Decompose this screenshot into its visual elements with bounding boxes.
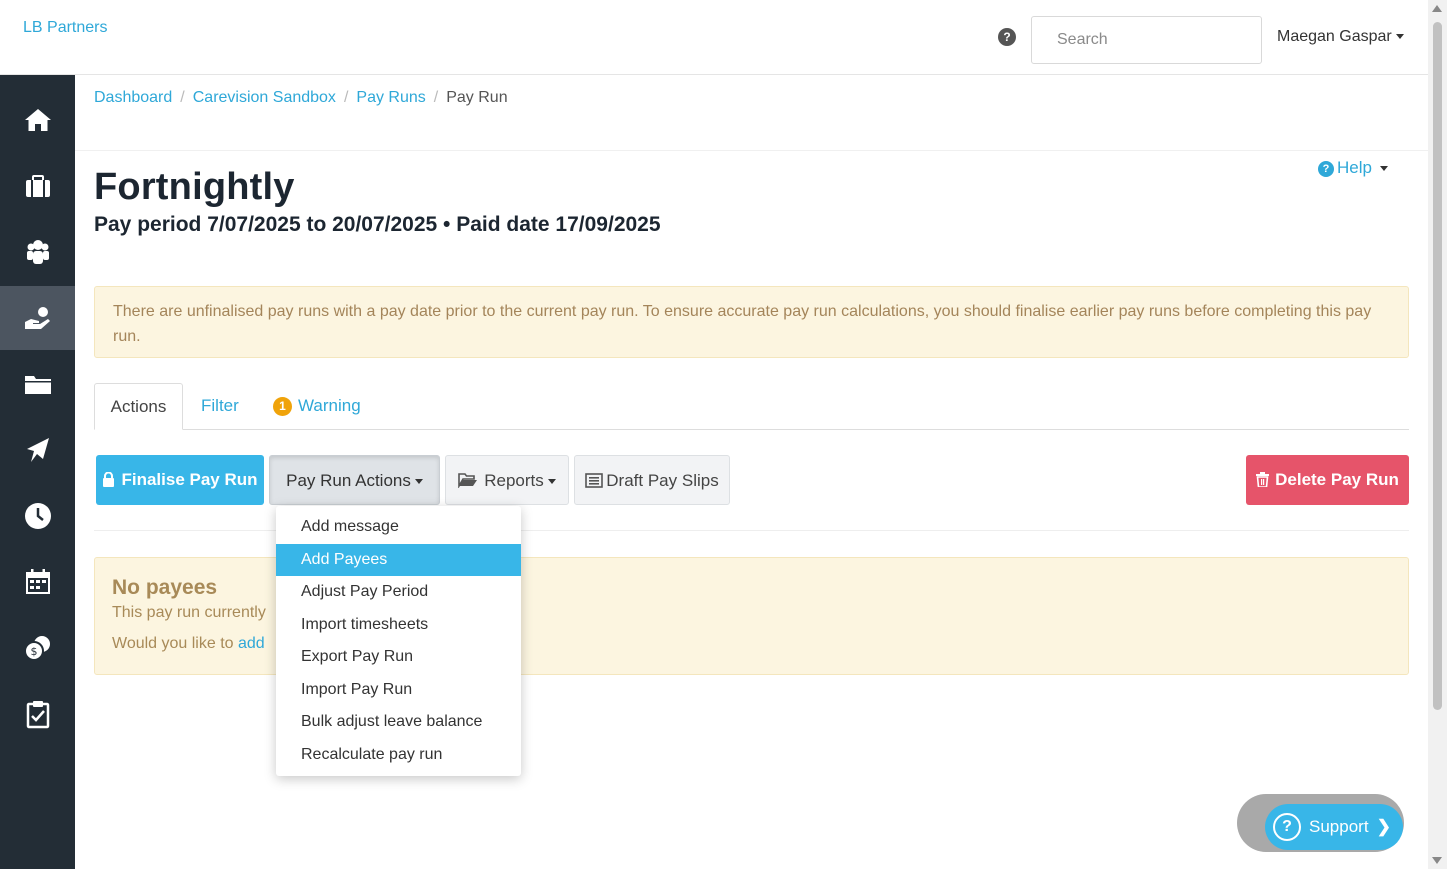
no-payees-title: No payees: [112, 576, 218, 599]
help-dropdown[interactable]: ? Help: [1318, 158, 1388, 178]
clock-icon: [24, 503, 51, 529]
tab-filter[interactable]: Filter: [201, 383, 239, 430]
warning-count-badge: 1: [273, 397, 292, 416]
caret-down-icon: [1379, 166, 1388, 172]
finalise-pay-run-button[interactable]: Finalise Pay Run: [96, 455, 264, 505]
delete-label: Delete Pay Run: [1275, 470, 1399, 489]
chevron-right-icon: ❯: [1376, 817, 1391, 836]
draft-pay-slips-label: Draft Pay Slips: [606, 471, 719, 490]
menu-item-bulk-adjust-leave[interactable]: Bulk adjust leave balance: [276, 706, 521, 739]
breadcrumb-separator: /: [180, 89, 185, 106]
home-icon: [24, 109, 51, 131]
no-payees-prompt: Would you like to add: [112, 635, 265, 653]
caret-down-icon: [547, 479, 556, 485]
sidebar: $: [0, 75, 75, 869]
caret-down-icon: [414, 479, 423, 485]
no-payees-prompt-text: Would you like to: [112, 635, 238, 652]
breadcrumb-pay-runs[interactable]: Pay Runs: [356, 89, 425, 106]
scroll-down-arrow-icon[interactable]: [1432, 857, 1442, 864]
coins-icon: $: [23, 636, 50, 661]
breadcrumb: Dashboard / Carevision Sandbox / Pay Runs / Pa…: [94, 89, 508, 107]
reports-button[interactable]: Reports: [445, 455, 569, 505]
finalise-label: Finalise Pay Run: [121, 470, 258, 489]
user-menu[interactable]: Maegan Gaspar: [1277, 28, 1404, 46]
menu-item-export-pay-run[interactable]: Export Pay Run: [276, 641, 521, 674]
question-circle-icon: ?: [1273, 813, 1301, 841]
caret-down-icon: [1395, 34, 1404, 40]
sidebar-item-leave[interactable]: [0, 418, 75, 482]
sidebar-item-pay-runs[interactable]: [0, 286, 75, 350]
page-title: Fortnightly: [94, 166, 295, 208]
breadcrumb-separator: /: [433, 89, 439, 106]
tab-bar: Actions Filter 1 Warning: [94, 383, 1409, 430]
menu-item-add-message[interactable]: Add message: [276, 511, 521, 544]
users-icon: [26, 240, 49, 264]
sidebar-item-documents[interactable]: [0, 352, 75, 416]
top-bar: LB Partners ? Maegan Gaspar: [0, 0, 1428, 75]
brand-link[interactable]: LB Partners: [23, 19, 107, 37]
pay-run-actions-label: Pay Run Actions: [286, 471, 411, 490]
lock-icon: [103, 472, 115, 487]
support-button[interactable]: ? Support ❯: [1265, 804, 1403, 850]
support-widget: ? Support ❯: [1237, 794, 1404, 852]
hand-payment-icon: [24, 307, 50, 329]
pay-run-actions-menu: Add message Add Payees Adjust Pay Period…: [276, 506, 521, 776]
sidebar-item-tasks[interactable]: [0, 682, 75, 746]
menu-item-adjust-pay-period[interactable]: Adjust Pay Period: [276, 576, 521, 609]
briefcase-icon: [25, 175, 50, 197]
menu-item-recalculate[interactable]: Recalculate pay run: [276, 739, 521, 772]
pay-run-actions-button[interactable]: Pay Run Actions: [269, 455, 440, 505]
sidebar-item-timesheets[interactable]: [0, 484, 75, 548]
question-circle-icon: ?: [1318, 161, 1334, 177]
unfinalised-warning-alert: There are unfinalised pay runs with a pa…: [94, 286, 1409, 358]
page-scrollbar[interactable]: [1428, 0, 1447, 869]
breadcrumb-dashboard[interactable]: Dashboard: [94, 89, 172, 106]
tab-warning-label: Warning: [298, 396, 361, 415]
sidebar-item-home[interactable]: [0, 88, 75, 152]
user-name: Maegan Gaspar: [1277, 28, 1392, 45]
tab-warning[interactable]: 1 Warning: [273, 383, 361, 430]
sidebar-item-briefcase[interactable]: [0, 154, 75, 218]
search-input[interactable]: [1031, 16, 1262, 64]
support-label: Support: [1309, 817, 1369, 836]
add-payees-link[interactable]: add: [238, 635, 265, 652]
trash-icon: [1256, 472, 1270, 487]
scrollbar-thumb[interactable]: [1433, 22, 1442, 710]
sidebar-item-payments[interactable]: $: [0, 616, 75, 680]
calendar-icon: [25, 569, 50, 594]
breadcrumb-organisation[interactable]: Carevision Sandbox: [193, 89, 336, 106]
svg-text:$: $: [30, 645, 37, 658]
menu-item-add-payees[interactable]: Add Payees: [276, 543, 521, 576]
folder-open-icon: [458, 473, 478, 488]
menu-item-import-pay-run[interactable]: Import Pay Run: [276, 674, 521, 707]
clipboard-check-icon: [26, 701, 49, 729]
draft-pay-slips-button[interactable]: Draft Pay Slips: [574, 455, 730, 505]
reports-label: Reports: [484, 471, 544, 490]
menu-item-import-timesheets[interactable]: Import timesheets: [276, 609, 521, 642]
sidebar-item-calendar[interactable]: [0, 550, 75, 614]
scroll-up-arrow-icon[interactable]: [1432, 5, 1442, 12]
tab-actions[interactable]: Actions: [94, 383, 183, 430]
no-payees-message: This pay run currently: [112, 604, 266, 621]
sidebar-item-people[interactable]: [0, 220, 75, 284]
plane-icon: [26, 438, 49, 462]
list-alt-icon: [585, 473, 604, 488]
delete-pay-run-button[interactable]: Delete Pay Run: [1246, 455, 1409, 505]
folder-icon: [24, 376, 51, 394]
help-label: Help: [1337, 158, 1372, 177]
pay-period-subtitle: Pay period 7/07/2025 to 20/07/2025 • Pai…: [94, 213, 661, 236]
breadcrumb-divider: [75, 150, 1428, 151]
breadcrumb-separator: /: [343, 89, 349, 106]
breadcrumb-current: Pay Run: [446, 89, 508, 106]
question-circle-icon[interactable]: ?: [998, 28, 1016, 46]
